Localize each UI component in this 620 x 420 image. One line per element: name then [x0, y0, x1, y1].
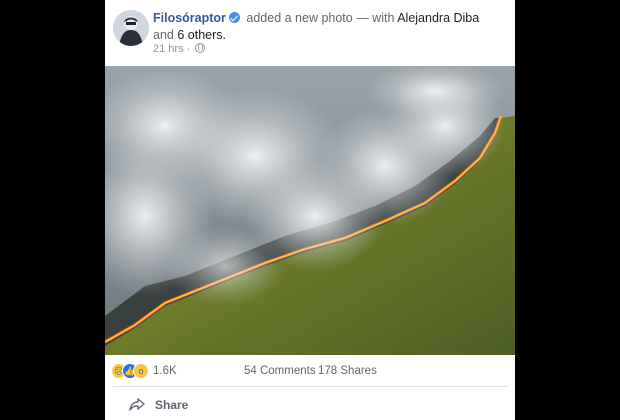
shares-count[interactable]: 178 Shares	[318, 365, 377, 377]
reaction-count[interactable]: 1.6K	[153, 365, 177, 377]
tagged-others[interactable]: 6 others.	[177, 28, 226, 42]
post-time[interactable]: 21 hrs ·	[153, 43, 190, 55]
fire-photo	[105, 66, 515, 355]
post-header: Filosóraptor added a new photo — with Al…	[105, 0, 515, 64]
divider	[113, 386, 507, 387]
share-label: Share	[155, 398, 189, 412]
post-card: Filosóraptor added a new photo — with Al…	[105, 0, 515, 420]
post-meta: 21 hrs ·	[153, 43, 206, 55]
author-name[interactable]: Filosóraptor	[153, 11, 226, 25]
and-text: and	[153, 28, 178, 42]
verified-icon	[228, 12, 240, 23]
avatar-image	[113, 10, 149, 46]
wow-reaction-icon: o	[133, 363, 149, 379]
post-photo[interactable]	[105, 66, 515, 355]
comments-count[interactable]: 54 Comments	[244, 365, 316, 377]
action-text: added a new photo — with	[242, 11, 398, 25]
share-button[interactable]: Share	[129, 394, 199, 416]
avatar[interactable]	[113, 10, 149, 46]
tagged-user[interactable]: Alejandra Diba	[397, 11, 479, 25]
share-arrow-icon	[129, 398, 145, 411]
post-stats: ☹ 👍 o 1.6K 54 Comments 178 Shares	[105, 360, 515, 384]
globe-icon[interactable]	[195, 43, 206, 53]
post-headline: Filosóraptor added a new photo — with Al…	[153, 10, 503, 44]
